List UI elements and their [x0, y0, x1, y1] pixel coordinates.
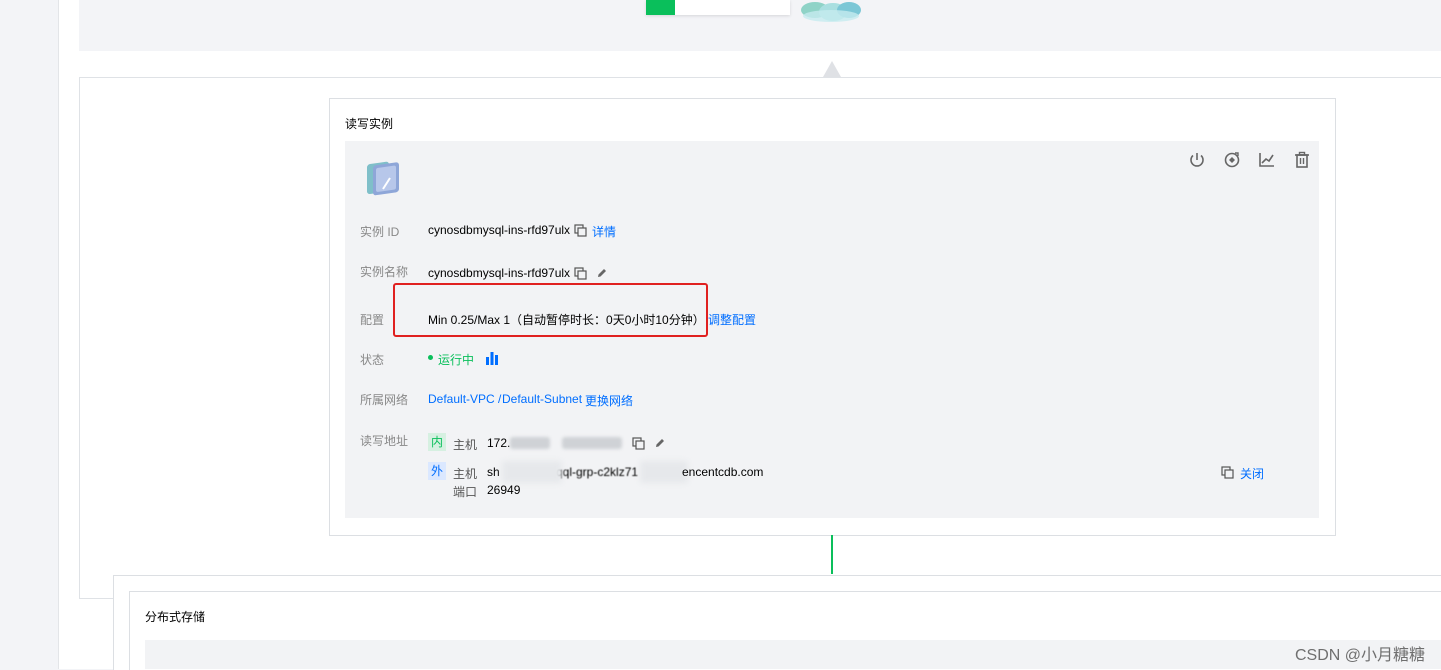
connector-line — [831, 535, 833, 574]
instance-icon — [367, 161, 399, 196]
config-label: 配置 — [360, 313, 385, 327]
details-link[interactable]: 详情 — [592, 223, 616, 240]
edit-icon[interactable] — [654, 437, 666, 449]
masked-ip — [562, 437, 622, 449]
instance-name-label: 实例名称 — [360, 265, 409, 279]
subnet-link[interactable]: Default-Subnet — [502, 392, 582, 406]
external-host-mid: qql-grp-c2klz71 — [556, 465, 639, 479]
monitor-chart-icon[interactable] — [1257, 150, 1277, 170]
masked-host — [502, 461, 562, 483]
port-label: 端口 — [453, 485, 478, 499]
rw-addr-label: 读写地址 — [360, 434, 409, 448]
instance-name-value: cynosdbmysql-ins-rfd97ulx — [428, 266, 571, 280]
power-icon[interactable] — [1187, 150, 1207, 170]
storage-body — [145, 640, 1441, 669]
host-label: 主机 — [453, 438, 478, 452]
status-dot — [428, 355, 433, 360]
network-separator: / — [498, 392, 502, 406]
progress-bar — [646, 0, 790, 15]
pointer-caret — [823, 61, 841, 77]
edit-icon[interactable] — [596, 267, 608, 279]
status-label: 状态 — [360, 353, 385, 367]
external-host-suffix: encentcdb.com — [682, 465, 764, 479]
rw-instance-title: 读写实例 — [345, 117, 394, 131]
external-host-prefix: sh — [487, 465, 500, 479]
port-value: 26949 — [487, 483, 521, 497]
delete-icon[interactable] — [1292, 150, 1312, 170]
database-cluster-icon — [801, 2, 861, 22]
network-label: 所属网络 — [360, 393, 409, 407]
internal-tag: 内 — [428, 433, 446, 451]
copy-icon[interactable] — [574, 267, 587, 280]
copy-icon[interactable] — [574, 224, 587, 237]
adjust-config-link[interactable]: 调整配置 — [708, 311, 756, 328]
left-sidebar-gutter — [0, 0, 59, 669]
watermark: CSDN @小月糖糖 — [1294, 647, 1425, 664]
copy-icon[interactable] — [632, 437, 645, 450]
change-network-link[interactable]: 更换网络 — [585, 392, 633, 409]
internal-host: 172. — [487, 436, 511, 450]
highlight-box — [393, 283, 708, 337]
external-tag: 外 — [428, 462, 446, 480]
host-label: 主机 — [453, 467, 478, 481]
storage-title: 分布式存储 — [145, 610, 206, 624]
instance-id-value: cynosdbmysql-ins-rfd97ulx — [428, 223, 571, 237]
status-value: 运行中 — [438, 353, 475, 367]
masked-host — [640, 461, 688, 483]
close-external-link[interactable]: 关闭 — [1240, 465, 1264, 482]
restart-icon[interactable] — [1222, 150, 1242, 170]
copy-icon[interactable] — [1221, 466, 1234, 479]
progress-fill — [646, 0, 675, 15]
instance-id-label: 实例 ID — [360, 225, 400, 239]
bar-chart-icon[interactable] — [485, 351, 499, 365]
masked-ip — [510, 437, 550, 449]
vpc-link[interactable]: Default-VPC — [428, 392, 495, 406]
